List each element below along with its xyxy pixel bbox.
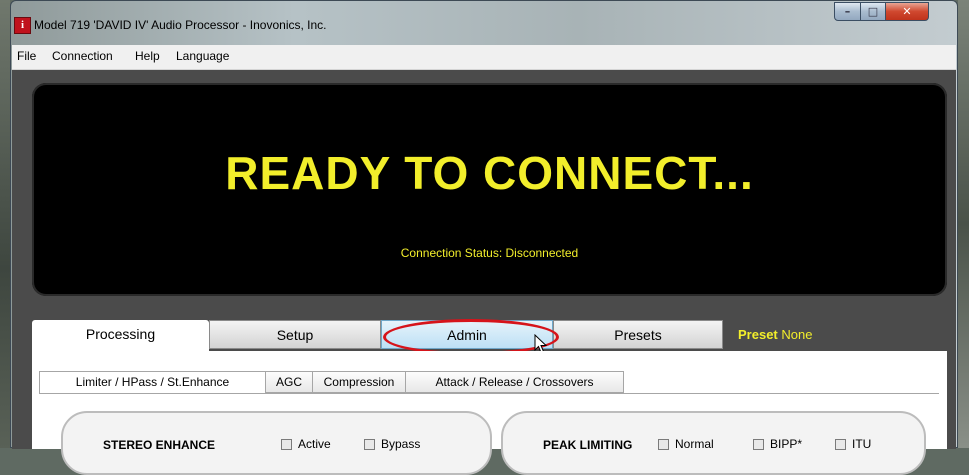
stereo-bypass-checkbox[interactable] [364,439,375,450]
highlight-ellipse [383,319,559,355]
stereo-active-checkbox[interactable] [281,439,292,450]
app-icon[interactable]: i [14,17,31,34]
peak-bipp-checkbox[interactable] [753,439,764,450]
desktop-background-left [0,0,10,448]
subtab-agc[interactable]: AGC [265,371,313,393]
processing-panel: Limiter / HPass / St.Enhance AGC Compres… [32,351,947,475]
app-window: i Model 719 'DAVID IV' Audio Processor -… [10,0,958,475]
menu-help[interactable]: Help [135,49,160,63]
ready-headline: READY TO CONNECT... [225,147,754,199]
menu-language[interactable]: Language [176,49,229,63]
menu-bar: File Connection Help Language [12,45,956,70]
subtab-compression[interactable]: Compression [312,371,406,393]
peak-limiting-group: PEAK LIMITING Normal BIPP* ITU [501,411,926,475]
subtab-attack-release[interactable]: Attack / Release / Crossovers [405,371,624,393]
title-bar[interactable]: i Model 719 'DAVID IV' Audio Processor -… [11,1,957,43]
window-title: Model 719 'DAVID IV' Audio Processor - I… [34,18,327,32]
peak-itu-checkbox[interactable] [835,439,846,450]
status-display: READY TO CONNECT... Connection Status: D… [32,83,947,296]
subtab-divider [39,393,939,394]
tab-presets[interactable]: Presets [553,320,723,349]
peak-bipp-label: BIPP* [770,437,803,451]
maximize-button[interactable]: □ [860,2,886,21]
tab-processing[interactable]: Processing [32,320,209,351]
subtab-limiter[interactable]: Limiter / HPass / St.Enhance [39,371,266,394]
preset-indicator: Preset None [738,327,812,342]
peak-itu-label: ITU [852,437,872,451]
peak-normal-checkbox[interactable] [658,439,669,450]
window-controls: – □ ✕ [834,2,954,22]
minimize-button[interactable]: – [834,2,861,21]
peak-normal-label: Normal [675,437,714,451]
close-button[interactable]: ✕ [885,2,929,21]
menu-connection[interactable]: Connection [52,49,113,63]
preset-value: None [781,327,813,342]
client-area: READY TO CONNECT... Connection Status: D… [12,70,956,475]
preset-label: Preset [738,327,778,342]
stereo-active-label: Active [298,437,331,451]
desktop-background-right [958,0,969,448]
tab-setup[interactable]: Setup [209,320,381,349]
stereo-enhance-title: STEREO ENHANCE [103,438,216,452]
stereo-enhance-group: STEREO ENHANCE Active Bypass [61,411,492,475]
connection-status: Connection Status: Disconnected [400,246,579,260]
stereo-bypass-label: Bypass [381,437,421,451]
menu-file[interactable]: File [17,49,36,63]
peak-limiting-title: PEAK LIMITING [543,438,633,452]
